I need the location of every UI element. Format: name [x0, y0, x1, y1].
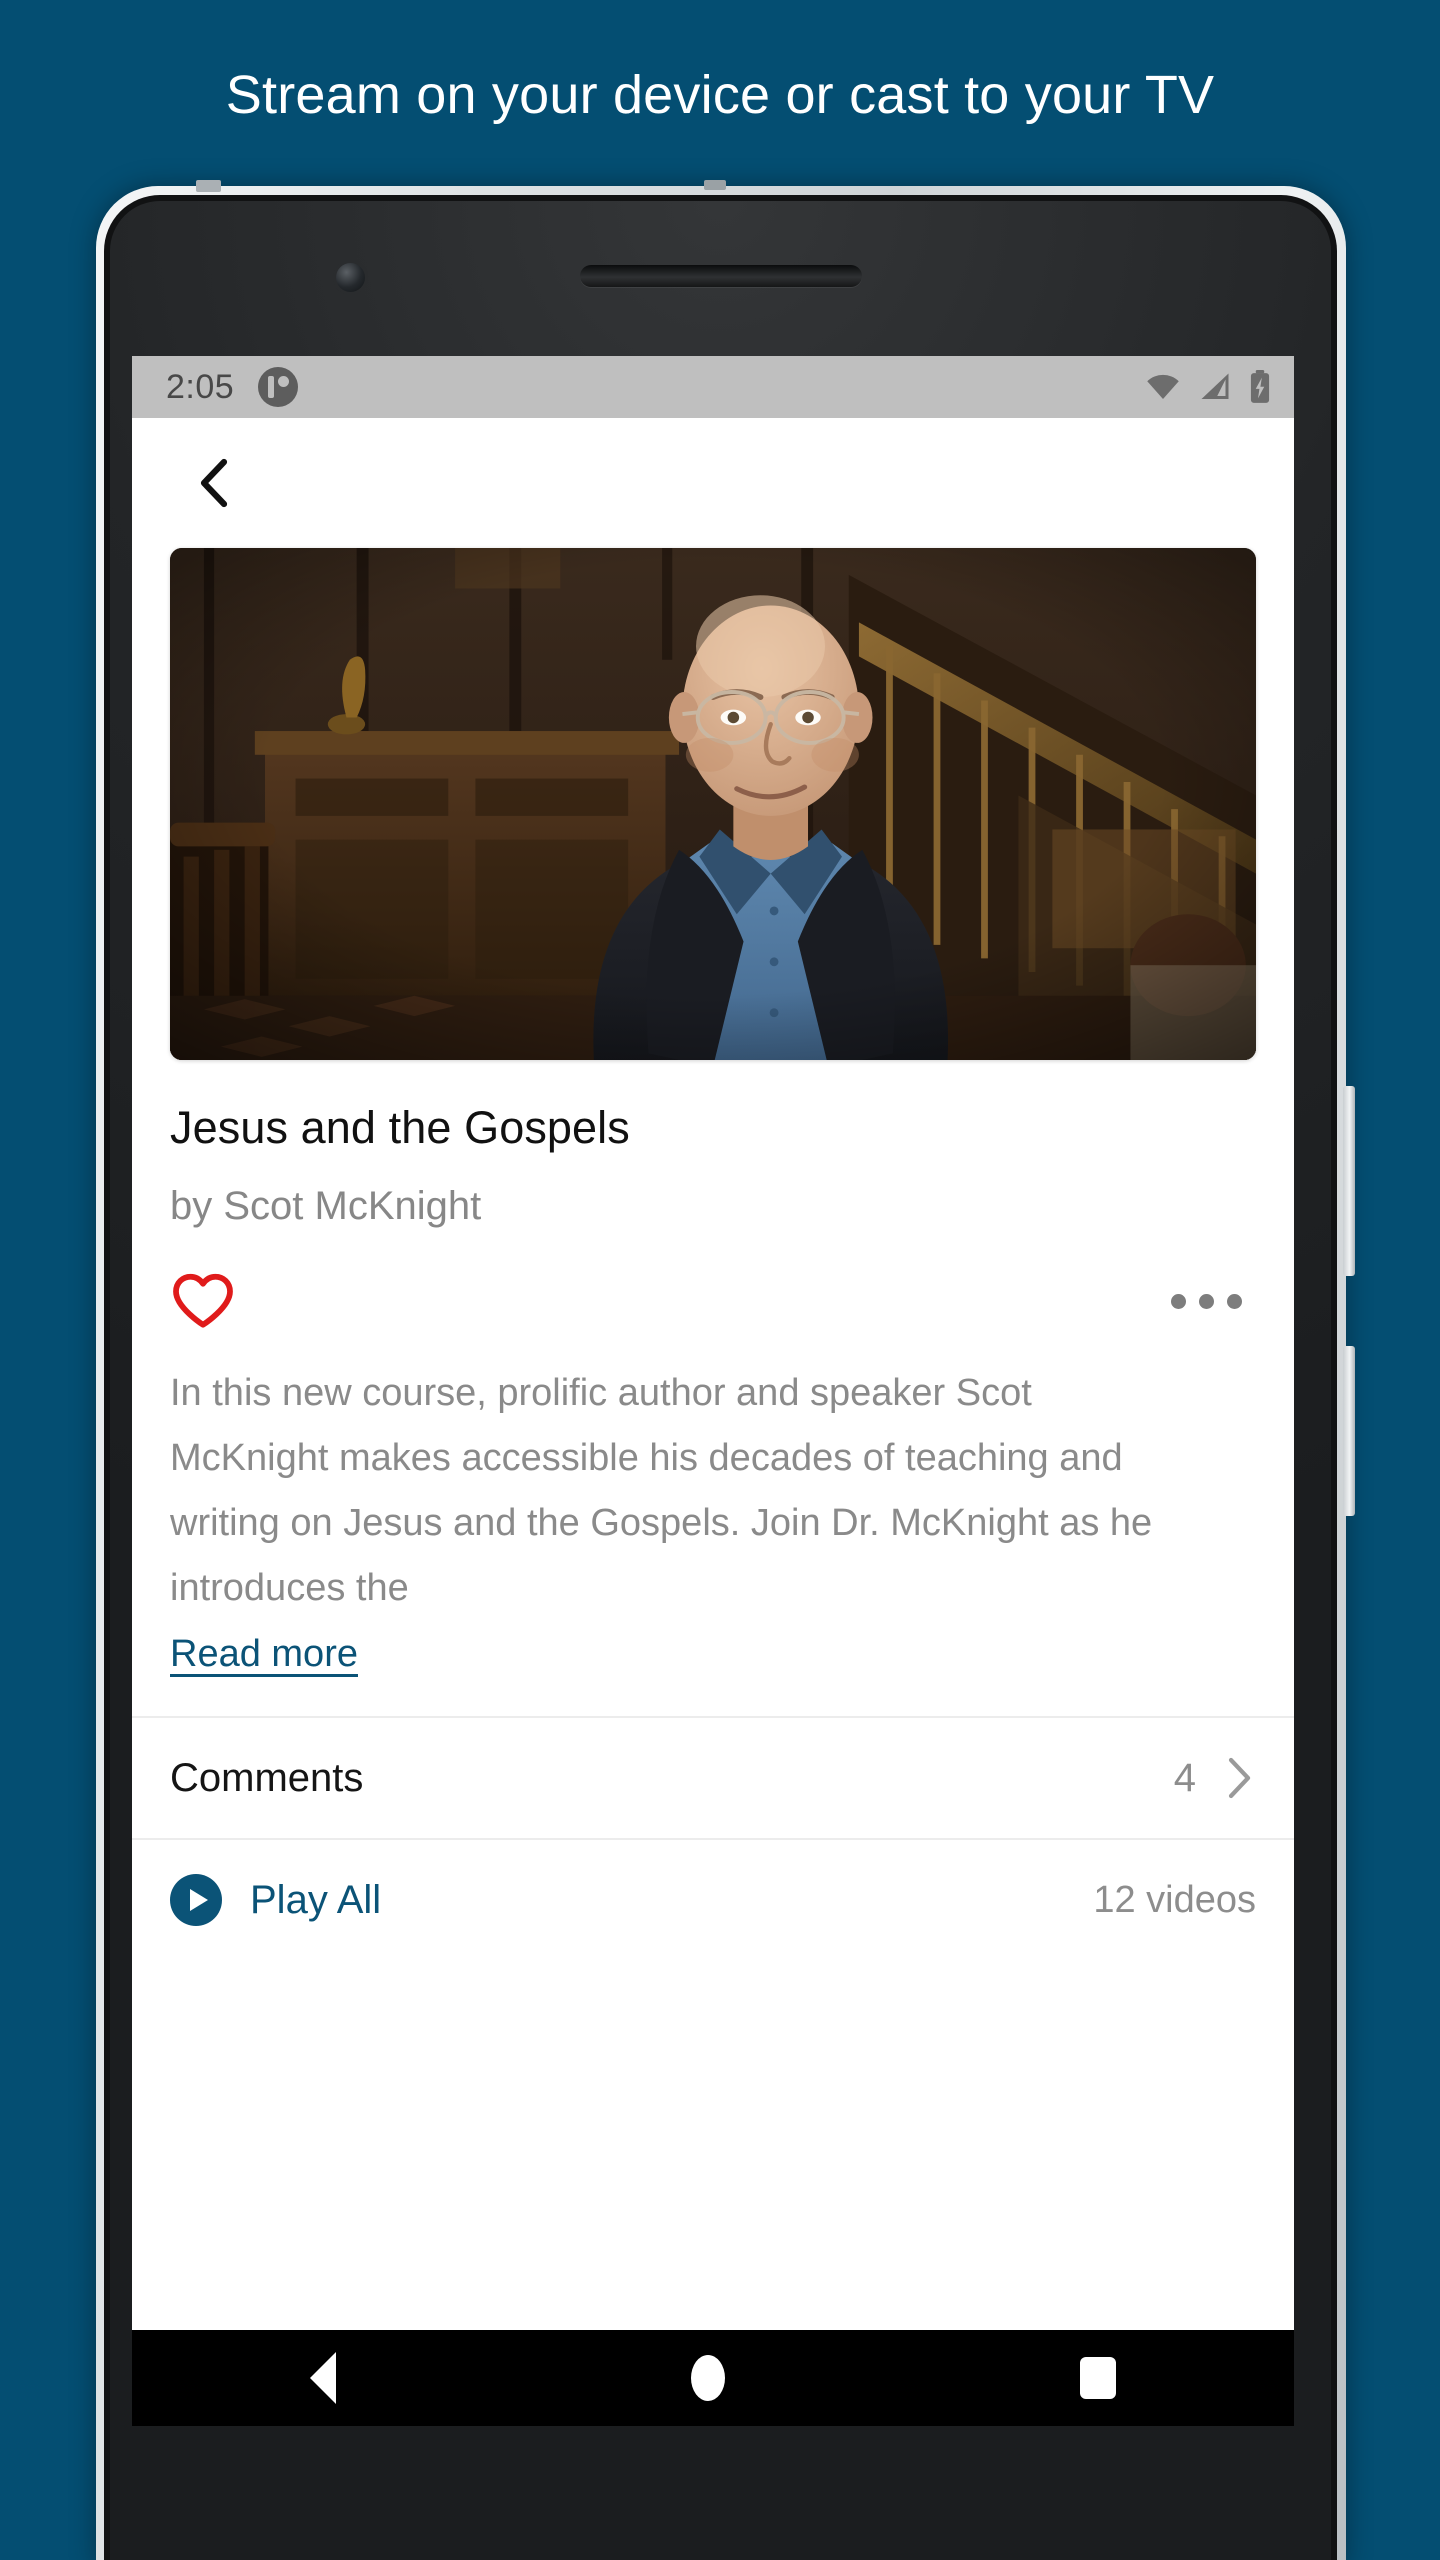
- play-all-row[interactable]: Play All 12 videos: [132, 1840, 1294, 1960]
- power-button[interactable]: [1343, 1086, 1355, 1276]
- more-dot-3: [1227, 1293, 1242, 1309]
- chevron-left-icon: [200, 458, 228, 508]
- favorite-button[interactable]: [170, 1267, 246, 1335]
- promo-headline: Stream on your device or cast to your TV: [225, 65, 1215, 125]
- course-detail-content: Jesus and the Gospels by Scot McKnight I…: [132, 548, 1294, 2426]
- cellular-signal-icon: [1201, 373, 1229, 399]
- app-notification-icon: [258, 367, 299, 407]
- battery-charging-icon: [1250, 370, 1270, 403]
- nav-recents-square-icon[interactable]: [1080, 2357, 1117, 2399]
- more-options-button[interactable]: [1163, 1284, 1250, 1319]
- earpiece-speaker: [579, 265, 862, 287]
- phone-bezel: 2:05 Jesus and the Gospels by Scot McKni…: [110, 201, 1331, 2560]
- app-bar: [132, 418, 1294, 548]
- comments-count: 4: [1173, 1755, 1196, 1800]
- play-all-label: Play All: [250, 1877, 382, 1922]
- course-author: by Scot McKnight: [170, 1184, 482, 1228]
- read-more-link[interactable]: Read more: [170, 1633, 358, 1676]
- course-meta: Jesus and the Gospels by Scot McKnight I…: [132, 1102, 1294, 1676]
- phone-screen: 2:05 Jesus and the Gospels by Scot McKni…: [132, 356, 1294, 2426]
- play-triangle-icon: [190, 1889, 208, 1911]
- more-dot-2: [1199, 1293, 1214, 1309]
- videos-count: 12 videos: [1093, 1878, 1256, 1921]
- comments-label: Comments: [170, 1755, 364, 1800]
- course-description: In this new course, prolific author and …: [170, 1372, 1153, 1609]
- back-button[interactable]: [178, 447, 250, 519]
- course-action-row: [170, 1263, 1256, 1339]
- more-dot-1: [1171, 1293, 1186, 1309]
- comments-row[interactable]: Comments 4: [132, 1718, 1294, 1838]
- status-bar-time: 2:05: [166, 367, 235, 406]
- play-circle-icon: [170, 1874, 222, 1926]
- course-title: Jesus and the Gospels: [170, 1102, 630, 1153]
- heart-outline-icon: [173, 1273, 233, 1328]
- nav-home-circle-icon[interactable]: [690, 2355, 725, 2401]
- play-all-left: Play All: [170, 1874, 381, 1926]
- status-bar-icons: [1144, 370, 1272, 404]
- android-nav-bar: [132, 2330, 1294, 2426]
- hero-illustration: [170, 548, 1256, 1060]
- course-hero-image[interactable]: [170, 548, 1256, 1060]
- phone-body: 2:05 Jesus and the Gospels by Scot McKni…: [104, 195, 1337, 2560]
- comments-row-right: 4: [1174, 1755, 1256, 1801]
- hero-image-wrap: [132, 548, 1294, 1060]
- phone-top-sensor-left: [196, 180, 221, 192]
- phone-top-sensor-right: [704, 180, 726, 190]
- volume-button[interactable]: [1343, 1346, 1355, 1516]
- wifi-icon: [1147, 374, 1179, 399]
- nav-back-triangle-icon[interactable]: [309, 2352, 336, 2404]
- front-camera-icon: [336, 263, 365, 292]
- phone-mockup: 2:05 Jesus and the Gospels by Scot McKni…: [96, 180, 1355, 2560]
- chevron-right-icon: [1228, 1757, 1251, 1799]
- status-bar: 2:05: [132, 356, 1294, 418]
